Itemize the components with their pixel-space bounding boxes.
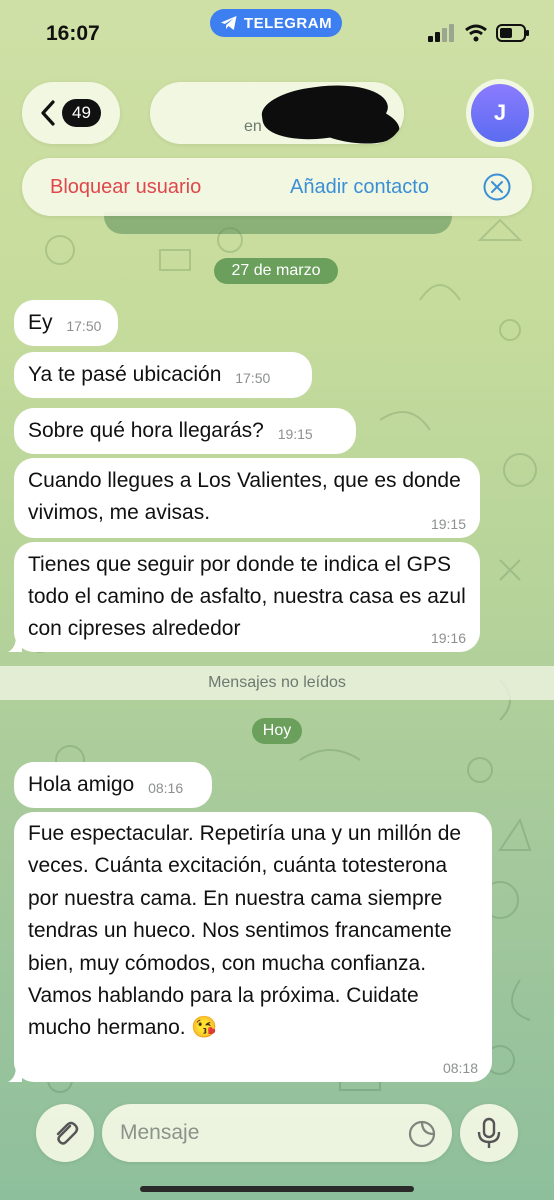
message-time: 19:15 (430, 516, 466, 532)
message-time: 19:16 (430, 630, 466, 646)
date-separator: 27 de marzo (214, 258, 338, 284)
message-text: Cuando llegues a Los Valientes, que es d… (28, 469, 461, 524)
message-bubble[interactable]: Ya te pasé ubicación 17:50 (14, 352, 312, 398)
signal-icon (428, 24, 454, 42)
status-bar: 16:07 TELEGRAM (0, 0, 554, 64)
bubble-tail (8, 1066, 22, 1082)
message-text: Fue espectacular. Repetiría una y un mil… (28, 822, 462, 1040)
message-time: 17:50 (235, 370, 271, 386)
message-text: Hola amigo (28, 773, 135, 796)
chevron-left-icon (41, 100, 55, 126)
contact-action-bar: Bloquear usuario Añadir contacto (22, 158, 532, 216)
avatar-button[interactable]: J (466, 79, 534, 147)
battery-icon (496, 24, 529, 42)
add-contact-button[interactable]: Añadir contacto (290, 176, 429, 199)
message-text: Sobre qué hora llegarás? (28, 419, 264, 442)
date-separator: Hoy (252, 718, 302, 744)
wifi-icon (465, 24, 487, 42)
message-time: 19:15 (277, 426, 313, 442)
message-bubble[interactable]: Hola amigo 08:16 (14, 762, 212, 808)
unread-messages-divider: Mensajes no leídos (0, 666, 554, 700)
home-indicator (140, 1186, 414, 1192)
close-icon[interactable] (482, 172, 512, 202)
voice-message-button[interactable] (460, 1104, 518, 1162)
message-text: Ya te pasé ubicación (28, 363, 222, 386)
status-icons (428, 24, 530, 42)
message-time: 08:16 (148, 780, 184, 796)
block-user-button[interactable]: Bloquear usuario (50, 176, 201, 199)
telegram-pill[interactable]: TELEGRAM (210, 9, 342, 37)
chat-status: en (244, 118, 262, 135)
microphone-icon (477, 1117, 501, 1148)
chat-title[interactable]: en (150, 82, 404, 144)
message-text: Tienes que seguir por donde te indica el… (28, 553, 466, 640)
message-bubble[interactable]: Sobre qué hora llegarás? 19:15 (14, 408, 356, 454)
avatar: J (471, 84, 529, 142)
paperclip-icon (56, 1121, 79, 1145)
message-bubble[interactable]: Ey 17:50 (14, 300, 118, 346)
status-time: 16:07 (46, 22, 100, 45)
message-bubble[interactable]: Fue espectacular. Repetiría una y un mil… (8, 812, 492, 1082)
back-button[interactable]: 49 (22, 82, 120, 144)
sticker-icon[interactable] (406, 1118, 438, 1150)
message-input[interactable] (102, 1104, 452, 1162)
message-text: Ey (28, 311, 53, 334)
message-bubble[interactable]: Cuando llegues a Los Valientes, que es d… (14, 458, 480, 538)
unread-count-badge: 49 (62, 99, 101, 127)
telegram-icon (220, 16, 237, 30)
message-time: 08:18 (442, 1060, 478, 1076)
telegram-pill-label: TELEGRAM (243, 14, 333, 32)
message-time: 17:50 (66, 318, 102, 334)
attach-button[interactable] (36, 1104, 94, 1162)
message-bubble[interactable]: Tienes que seguir por donde te indica el… (8, 542, 480, 652)
bubble-tail (8, 636, 22, 652)
